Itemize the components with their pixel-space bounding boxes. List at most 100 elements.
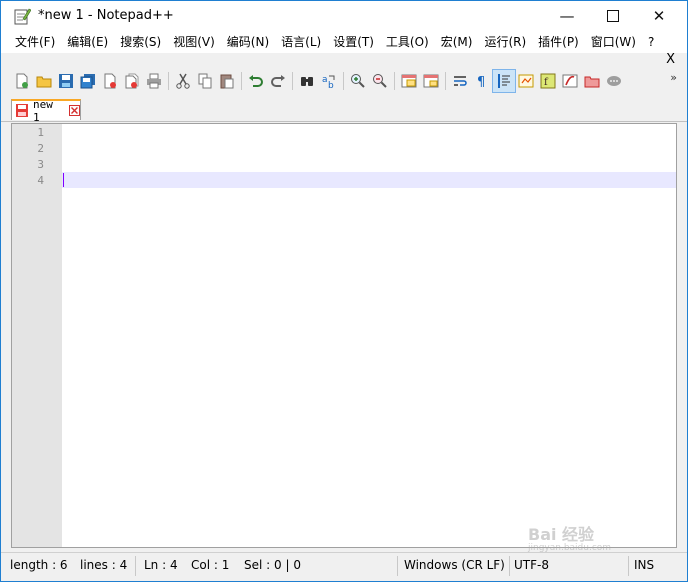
find-button[interactable]: [296, 70, 318, 92]
toolbar-separator: [394, 72, 395, 90]
tab-new-1[interactable]: new 1: [11, 98, 81, 124]
window-title: *new 1 - Notepad++: [38, 8, 174, 23]
doc-map-button[interactable]: [515, 70, 537, 92]
menu-view[interactable]: 视图(V): [167, 31, 221, 53]
find-icon: [301, 77, 313, 86]
menu-encoding[interactable]: 编码(N): [221, 31, 275, 53]
doc-map-icon: [518, 74, 534, 88]
save-icon: [59, 74, 73, 88]
open-file-icon: [36, 76, 52, 88]
line-number: 2: [37, 142, 44, 155]
zoom-in-button[interactable]: [347, 70, 369, 92]
show-all-chars-button[interactable]: ¶: [471, 70, 493, 92]
menu-bar: 文件(F) 编辑(E) 搜索(S) 视图(V) 编码(N) 语言(L) 设置(T…: [1, 31, 687, 53]
replace-button[interactable]: ab: [318, 70, 340, 92]
menu-settings[interactable]: 设置(T): [327, 31, 380, 53]
save-all-button[interactable]: [77, 70, 99, 92]
zoom-in-icon: [351, 74, 365, 88]
word-wrap-button[interactable]: [449, 70, 471, 92]
paste-button[interactable]: [216, 70, 238, 92]
status-lines: lines : 4: [80, 558, 128, 572]
sync-horizontal-icon: [423, 74, 439, 88]
maximize-button[interactable]: [590, 1, 636, 31]
folder-workspace-icon: [562, 74, 578, 88]
replace-icon: ab: [322, 75, 335, 89]
monitoring-icon: [584, 76, 600, 88]
indent-guide-button[interactable]: [492, 69, 516, 93]
menu-file[interactable]: 文件(F): [9, 31, 61, 53]
new-file-button[interactable]: [11, 70, 33, 92]
watermark-text: Bai 经验: [528, 525, 595, 544]
macro-button[interactable]: [603, 70, 625, 92]
status-encoding[interactable]: UTF-8: [514, 558, 549, 572]
tab-close-icon[interactable]: [69, 105, 80, 116]
close-button[interactable]: ✕: [636, 1, 682, 31]
cut-button[interactable]: [172, 70, 194, 92]
sync-vertical-button[interactable]: [398, 70, 420, 92]
menu-plugins[interactable]: 插件(P): [532, 31, 585, 53]
redo-button[interactable]: [267, 70, 289, 92]
title-bar[interactable]: *new 1 - Notepad++ — ✕: [1, 1, 687, 31]
close-icon: ✕: [652, 7, 666, 25]
redo-icon: [271, 75, 285, 87]
minimize-button[interactable]: —: [544, 1, 590, 31]
print-button[interactable]: [143, 70, 165, 92]
function-list-icon: f: [540, 73, 556, 89]
save-button[interactable]: [55, 70, 77, 92]
svg-text:¶: ¶: [477, 75, 485, 89]
toolbar-separator: [168, 72, 169, 90]
close-icon: [104, 73, 116, 89]
indent-guide-icon: [498, 74, 510, 88]
close-document-button[interactable]: X: [666, 52, 675, 67]
notepadpp-app-icon: [14, 8, 31, 25]
status-eol[interactable]: Windows (CR LF): [404, 558, 505, 572]
tab-label: new 1: [32, 97, 53, 124]
undo-icon: [249, 75, 263, 87]
folder-workspace-button[interactable]: [559, 70, 581, 92]
line-number: 4: [37, 174, 44, 187]
menu-tools[interactable]: 工具(O): [380, 31, 435, 53]
notepad-window: *new 1 - Notepad++ — ✕ 文件(F) 编辑(E) 搜索(S)…: [0, 0, 688, 582]
menu-help[interactable]: ?: [642, 31, 660, 53]
menu-edit[interactable]: 编辑(E): [61, 31, 114, 53]
menu-language[interactable]: 语言(L): [275, 31, 327, 53]
text-editor[interactable]: 1 2 3 4: [11, 123, 677, 548]
sync-horizontal-button[interactable]: [420, 70, 442, 92]
save-all-icon: [80, 74, 95, 89]
copy-icon: [198, 73, 212, 89]
cut-icon: [176, 73, 190, 89]
menu-run[interactable]: 运行(R): [478, 31, 532, 53]
undo-button[interactable]: [245, 70, 267, 92]
close-file-button[interactable]: [99, 70, 121, 92]
copy-button[interactable]: [194, 70, 216, 92]
sync-vertical-icon: [401, 74, 417, 88]
paste-icon: [220, 74, 234, 89]
monitoring-button[interactable]: [581, 70, 603, 92]
print-icon: [147, 73, 161, 89]
status-insert-mode[interactable]: INS: [634, 558, 654, 572]
new-file-icon: [16, 73, 28, 89]
zoom-out-icon: [373, 74, 387, 88]
function-list-button[interactable]: f: [537, 70, 559, 92]
macro-icon: [607, 76, 621, 86]
line-number-gutter: 1 2 3 4: [12, 124, 62, 547]
status-divider: [135, 556, 136, 576]
zoom-out-button[interactable]: [369, 70, 391, 92]
unsaved-file-icon: [16, 104, 28, 117]
toolbar-overflow-icon[interactable]: »: [670, 71, 677, 84]
svg-text:b: b: [328, 81, 334, 89]
open-file-button[interactable]: [33, 70, 55, 92]
watermark-subtext: jingyan.baidu.com: [528, 543, 612, 553]
status-line-number: Ln : 4: [144, 558, 178, 572]
status-selection: Sel : 0 | 0: [244, 558, 301, 572]
close-all-button[interactable]: [121, 70, 143, 92]
word-wrap-icon: [454, 76, 467, 86]
menu-search[interactable]: 搜索(S): [114, 31, 167, 53]
status-divider: [397, 556, 398, 576]
watermark: Bai 经验 jingyan.baidu.com: [528, 521, 611, 553]
menu-window[interactable]: 窗口(W): [585, 31, 642, 53]
menu-macro[interactable]: 宏(M): [435, 31, 479, 53]
line-number: 3: [37, 158, 44, 171]
current-line-highlight: [62, 172, 676, 188]
close-all-icon: [125, 73, 139, 89]
